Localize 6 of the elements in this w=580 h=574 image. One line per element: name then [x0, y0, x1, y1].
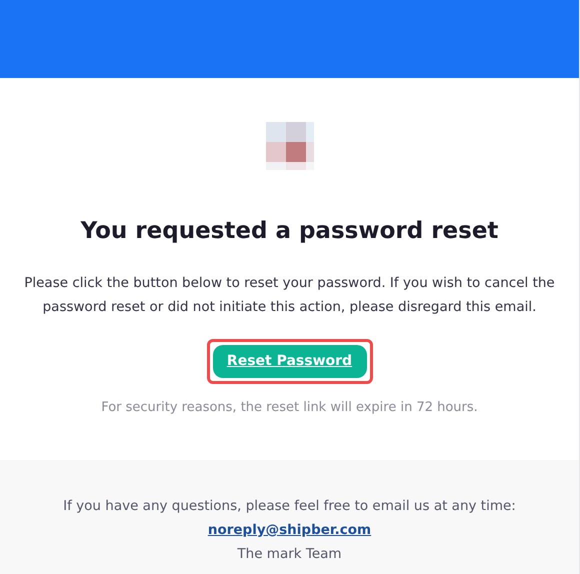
- footer-text: If you have any questions, please feel free to email us at any time:: [63, 497, 516, 516]
- expiry-note: For security reasons, the reset link will expire in 72 hours.: [101, 398, 478, 416]
- email-link[interactable]: noreply@shipber.com: [208, 518, 372, 542]
- heading: You requested a password reset: [80, 217, 498, 246]
- message-text: Please click the button below to reset your password. If you wish to cancel the password reset or did not initiate this action, please disregard this email.: [23, 274, 556, 316]
- signature-text: The mark Team: [237, 545, 342, 564]
